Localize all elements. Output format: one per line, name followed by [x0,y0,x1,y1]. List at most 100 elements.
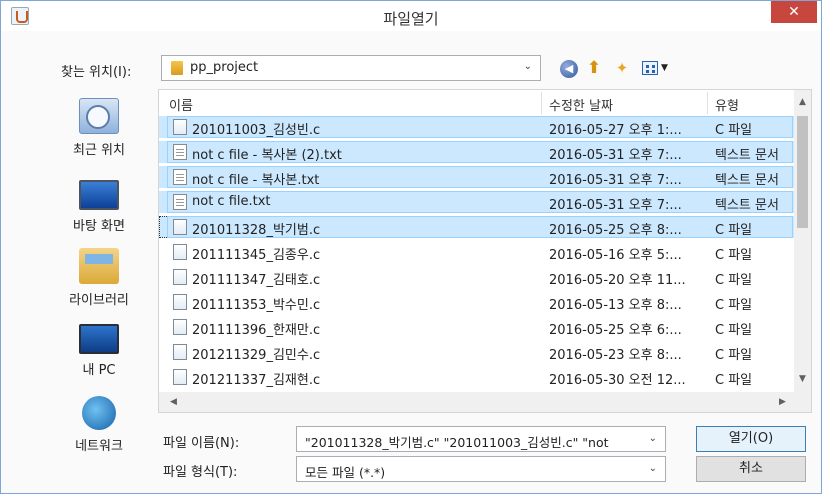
up-folder-icon[interactable]: ⬆ [583,57,605,79]
look-in-combo[interactable]: pp_project ⌄ [161,55,541,81]
place-recent[interactable]: 최근 위치 [49,98,149,158]
recent-places-icon [79,98,119,134]
file-list: 이름 수정한 날짜 유형 201011003_김성빈.c 2016-05-27 오… [158,89,812,413]
folder-icon [171,61,183,75]
file-date: 2016-05-25 오후 6:... [549,323,682,338]
scroll-thumb[interactable] [797,116,808,228]
file-name: not c file.txt [192,194,271,209]
column-header-type[interactable]: 유형 [715,95,739,114]
file-date: 2016-05-31 오후 7:... [549,173,682,188]
place-library[interactable]: 라이브러리 [49,248,149,308]
scroll-down-icon[interactable]: ▼ [794,371,811,388]
c-file-icon [173,294,187,310]
chevron-down-icon[interactable]: ⌄ [649,433,657,444]
scroll-left-icon[interactable]: ◀ [165,394,182,411]
file-name: 201211337_김재현.c [192,373,321,388]
c-file-icon [173,244,187,260]
desktop-icon [79,180,119,210]
filename-label: 파일 이름(N): [163,436,240,451]
file-type: C 파일 [715,323,753,338]
table-row[interactable]: 201211337_김재현.c 2016-05-30 오전 12... C 파일 [159,366,795,388]
file-name: 201211329_김민수.c [192,348,321,363]
file-date: 2016-05-31 오후 7:... [549,198,682,213]
file-type: C 파일 [715,298,753,313]
filetype-label: 파일 형식(T): [163,465,238,480]
open-button[interactable]: 열기(O) [696,426,806,452]
file-type: C 파일 [715,373,753,388]
chevron-down-icon: ⌄ [523,61,532,72]
view-menu-icon[interactable]: ▼ [639,57,675,79]
text-file-icon [173,194,187,210]
file-date: 2016-05-30 오전 12... [549,373,686,388]
file-name: not c file - 복사본 (2).txt [192,148,342,163]
file-date: 2016-05-13 오후 8:... [549,298,682,313]
title-bar: 파일열기 ✕ [1,1,821,31]
scroll-up-icon[interactable]: ▲ [794,94,811,111]
table-row[interactable]: 201111347_김태호.c 2016-05-20 오후 11... C 파일 [159,266,795,288]
c-file-icon [173,319,187,335]
file-name: 201111345_김종우.c [192,248,321,263]
filetype-select[interactable]: 모든 파일 (*.*) ⌄ [296,456,666,482]
file-name: 201111347_김태호.c [192,273,321,288]
c-file-icon [173,344,187,360]
table-row[interactable]: 201111396_한재만.c 2016-05-25 오후 6:... C 파일 [159,316,795,338]
table-row[interactable]: 201111345_김종우.c 2016-05-16 오후 5:... C 파일 [159,241,795,263]
file-name: 201011328_박기범.c [192,223,321,238]
file-date: 2016-05-16 오후 5:... [549,248,682,263]
c-file-icon [173,119,187,135]
filename-value: "201011328_박기범.c" "201011003_김성빈.c" "not [305,435,609,450]
close-button[interactable]: ✕ [771,1,817,23]
table-row[interactable]: not c file - 복사본 (2).txt 2016-05-31 오후 7:… [159,141,795,163]
table-row[interactable]: not c file.txt 2016-05-31 오후 7:... 텍스트 문서 [159,191,795,213]
table-row[interactable]: not c file - 복사본.txt 2016-05-31 오후 7:... 텍… [159,166,795,188]
table-row[interactable]: 201111353_박수민.c 2016-05-13 오후 8:... C 파일 [159,291,795,313]
look-in-value: pp_project [190,60,259,75]
file-date: 2016-05-31 오후 7:... [549,148,682,163]
dialog-title: 파일열기 [383,10,439,28]
back-icon[interactable]: ◀ [558,57,580,79]
column-header-date[interactable]: 수정한 날짜 [549,95,613,114]
table-row[interactable]: 201011328_박기범.c 2016-05-25 오후 8:... C 파일 [159,216,795,238]
text-file-icon [173,169,187,185]
file-date: 2016-05-27 오후 1:... [549,123,682,138]
file-type: C 파일 [715,248,753,263]
file-type: C 파일 [715,223,753,238]
file-name: not c file - 복사본.txt [192,173,320,188]
place-desktop[interactable]: 바탕 화면 [49,176,149,234]
file-type: C 파일 [715,348,753,363]
file-rows: 201011003_김성빈.c 2016-05-27 오후 1:... C 파일 no… [159,116,795,392]
file-name: 201111396_한재만.c [192,323,321,338]
file-type: 텍스트 문서 [715,148,779,163]
scroll-right-icon[interactable]: ▶ [774,394,791,411]
file-type: 텍스트 문서 [715,173,779,188]
new-folder-icon[interactable]: ✦ [611,57,633,79]
place-my-pc[interactable]: 내 PC [49,324,149,378]
filetype-value: 모든 파일 (*.*) [305,465,386,480]
column-header-name[interactable]: 이름 [169,95,193,114]
network-icon [82,396,116,430]
cancel-button[interactable]: 취소 [696,456,806,482]
file-name: 201011003_김성빈.c [192,123,321,138]
file-name: 201111353_박수민.c [192,298,321,313]
place-network[interactable]: 네트워크 [49,396,149,454]
table-row[interactable]: 201011003_김성빈.c 2016-05-27 오후 1:... C 파일 [159,116,795,138]
table-row[interactable]: 201211329_김민수.c 2016-05-23 오후 8:... C 파일 [159,341,795,363]
file-type: C 파일 [715,273,753,288]
text-file-icon [173,144,187,160]
chevron-down-icon: ⌄ [648,463,657,474]
horizontal-scrollbar[interactable]: ◀ ▶ [159,392,811,412]
look-in-label: 찾는 위치(I): [61,65,132,80]
file-type: 텍스트 문서 [715,198,779,213]
filename-input[interactable]: "201011328_박기범.c" "201011003_김성빈.c" "not… [296,426,666,452]
file-date: 2016-05-23 오후 8:... [549,348,682,363]
c-file-icon [173,219,187,235]
places-bar: 최근 위치 바탕 화면 라이브러리 내 PC 네트워크 [49,96,149,466]
file-date: 2016-05-20 오후 11... [549,273,686,288]
file-date: 2016-05-25 오후 8:... [549,223,682,238]
list-header: 이름 수정한 날짜 유형 [159,90,795,116]
vertical-scrollbar[interactable]: ▲ ▼ [794,90,811,392]
c-file-icon [173,269,187,285]
library-icon [79,248,119,284]
computer-icon [79,324,119,354]
file-open-dialog: 파일열기 ✕ 찾는 위치(I): pp_project ⌄ ◀ ⬆ ✦ ▼ 최근… [0,0,822,494]
